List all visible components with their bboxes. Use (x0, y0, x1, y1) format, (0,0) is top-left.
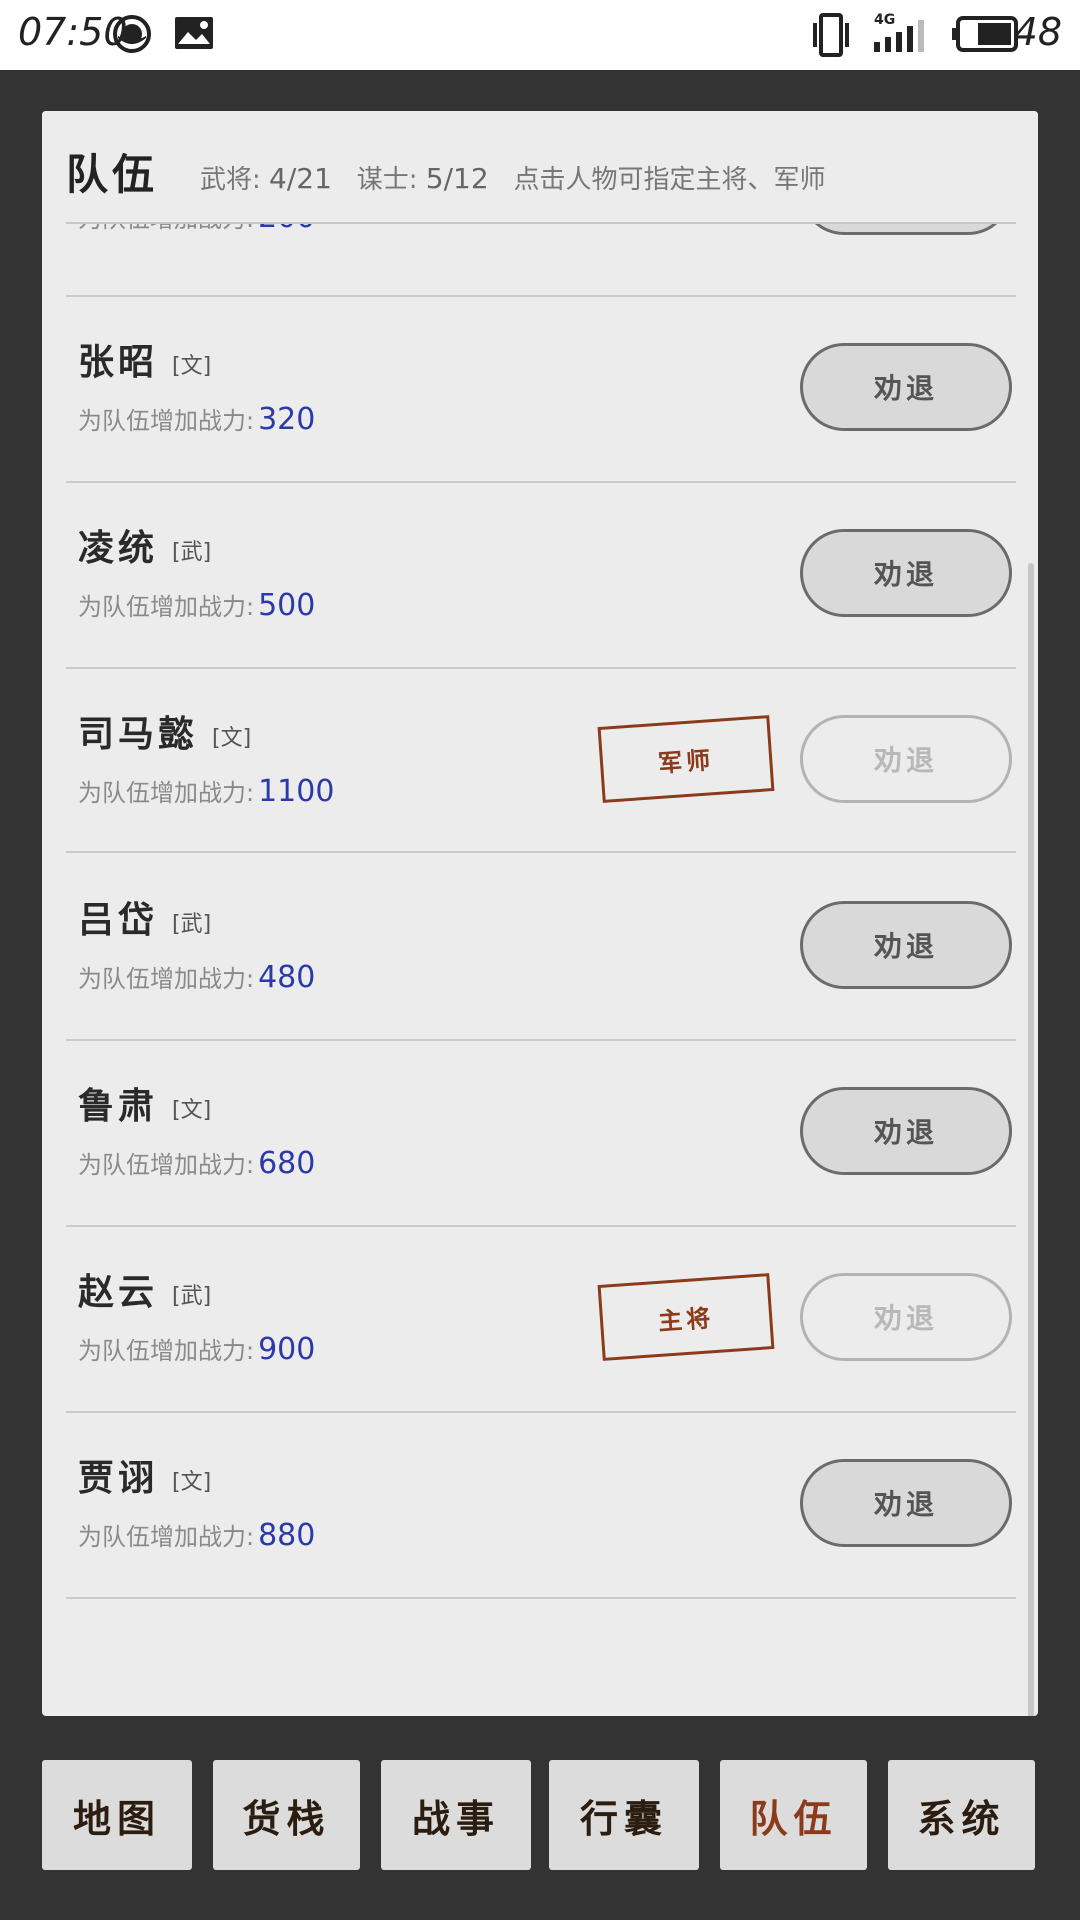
team-stats: 武将: 4/21 谋士: 5/12 点击人物可指定主将、军师 (200, 159, 825, 196)
member-power: 为队伍增加战力: 480 (78, 959, 315, 995)
member-name: 张昭 [文] (78, 333, 211, 385)
page-title: 队伍 (66, 150, 159, 199)
member-row[interactable]: 贾诩 [文] 为队伍增加战力: 880 劝退 (66, 1413, 1016, 1599)
member-type: [武] (172, 912, 212, 937)
power-value: 320 (258, 402, 316, 437)
retire-button[interactable]: 劝退 (800, 1459, 1012, 1547)
member-name-text: 贾诩 (78, 1458, 159, 1499)
retire-button[interactable]: 劝退 (800, 1273, 1012, 1361)
advisors-label: 谋士: (356, 165, 418, 195)
power-value: 880 (258, 1518, 316, 1553)
assign-hint: 点击人物可指定主将、军师 (513, 165, 826, 195)
strategist-stamp: 军师 (597, 715, 775, 803)
member-row[interactable]: 赵云 [武] 为队伍增加战力: 900 主将 劝退 (66, 1227, 1016, 1413)
scrollbar[interactable] (1028, 563, 1034, 1716)
member-list[interactable]: 为队伍增加战力:200劝退张昭[文]为队伍增加战力:320劝退凌统[武]为队伍增… (42, 111, 1038, 1716)
nav-item[interactable]: 行囊 (549, 1760, 699, 1870)
member-name-text: 鲁肃 (78, 1086, 159, 1127)
vibrate-icon (813, 13, 849, 57)
power-label: 为队伍增加战力: (78, 1337, 255, 1365)
generals-label: 武将: (200, 165, 261, 195)
power-label: 为队伍增加战力: (78, 779, 255, 807)
retire-button[interactable]: 劝退 (800, 529, 1012, 617)
nav-item[interactable]: 地图 (42, 1760, 192, 1870)
nav-item[interactable]: 队伍 (720, 1760, 867, 1870)
power-label: 为队伍增加战力: (78, 1151, 255, 1179)
member-row[interactable]: 吕岱 [武] 为队伍增加战力: 480 劝退 (66, 855, 1016, 1041)
member-name: 吕岱 [武] (78, 891, 211, 943)
member-type: [文] (172, 1098, 212, 1123)
member-power: 为队伍增加战力: 680 (78, 1145, 315, 1181)
member-name-text: 凌统 (78, 528, 159, 569)
battery-level: 48 (1013, 10, 1062, 54)
nav-item[interactable]: 系统 (888, 1760, 1035, 1870)
member-power: 为队伍增加战力: 880 (78, 1517, 315, 1553)
row-divider (66, 851, 1016, 853)
circle-app-icon (112, 14, 152, 54)
member-name: 司马懿 [文] (78, 705, 251, 757)
member-power: 为队伍增加战力: 500 (78, 587, 315, 623)
image-icon (174, 16, 214, 50)
generals-count: 4/21 (269, 162, 332, 195)
power-value: 1100 (258, 774, 335, 809)
member-power: 为队伍增加战力: 900 (78, 1331, 315, 1367)
status-bar: 07:50 4G 48 (0, 0, 1080, 70)
member-name: 鲁肃 [文] (78, 1077, 211, 1129)
nav-item[interactable]: 战事 (381, 1760, 531, 1870)
member-name-text: 赵云 (78, 1272, 159, 1313)
header-divider (66, 222, 1016, 224)
member-name-text: 司马懿 (78, 714, 199, 755)
member-power: 为队伍增加战力: 1100 (78, 773, 334, 809)
retire-button[interactable]: 劝退 (800, 715, 1012, 803)
member-name: 赵云 [武] (78, 1263, 211, 1315)
battery-icon (952, 16, 1018, 52)
member-type: [文] (172, 1470, 212, 1495)
member-name-text: 吕岱 (78, 900, 159, 941)
member-name: 贾诩 [文] (78, 1449, 211, 1501)
power-label: 为队伍增加战力: (78, 593, 255, 621)
power-label: 为队伍增加战力: (78, 1523, 255, 1551)
bottom-nav: 地图 货栈 战事 行囊 队伍 系统 (0, 1760, 1080, 1872)
member-type: [武] (172, 540, 212, 565)
team-panel: 队伍 武将: 4/21 谋士: 5/12 点击人物可指定主将、军师 为队伍增加战… (42, 111, 1038, 1716)
power-label: 为队伍增加战力: (78, 965, 255, 993)
member-row[interactable]: 司马懿 [文] 为队伍增加战力: 1100 军师 劝退 (66, 669, 1016, 853)
power-value: 680 (258, 1146, 316, 1181)
member-name: 凌统 [武] (78, 519, 211, 571)
member-name-text: 张昭 (78, 342, 159, 383)
signal-icon (874, 20, 924, 52)
row-divider (66, 1597, 1016, 1599)
power-value: 480 (258, 960, 316, 995)
advisors-count: 5/12 (425, 162, 489, 195)
member-power: 为队伍增加战力: 320 (78, 401, 315, 437)
retire-button[interactable]: 劝退 (800, 901, 1012, 989)
panel-header: 队伍 武将: 4/21 谋士: 5/12 点击人物可指定主将、军师 (42, 111, 1038, 223)
nav-item[interactable]: 货栈 (213, 1760, 360, 1870)
member-type: [武] (172, 1284, 212, 1309)
member-type: [文] (212, 726, 252, 751)
power-label: 为队伍增加战力: (78, 407, 255, 435)
power-value: 900 (258, 1332, 316, 1367)
member-row[interactable]: 鲁肃 [文] 为队伍增加战力: 680 劝退 (66, 1041, 1016, 1227)
power-value: 500 (258, 588, 316, 623)
member-row[interactable]: 凌统 [武] 为队伍增加战力: 500 劝退 (66, 483, 1016, 669)
commander-stamp: 主将 (597, 1273, 775, 1361)
retire-button[interactable]: 劝退 (800, 1087, 1012, 1175)
member-type: [文] (172, 354, 212, 379)
retire-button[interactable]: 劝退 (800, 343, 1012, 431)
member-row[interactable]: 张昭 [文] 为队伍增加战力: 320 劝退 (66, 297, 1016, 483)
